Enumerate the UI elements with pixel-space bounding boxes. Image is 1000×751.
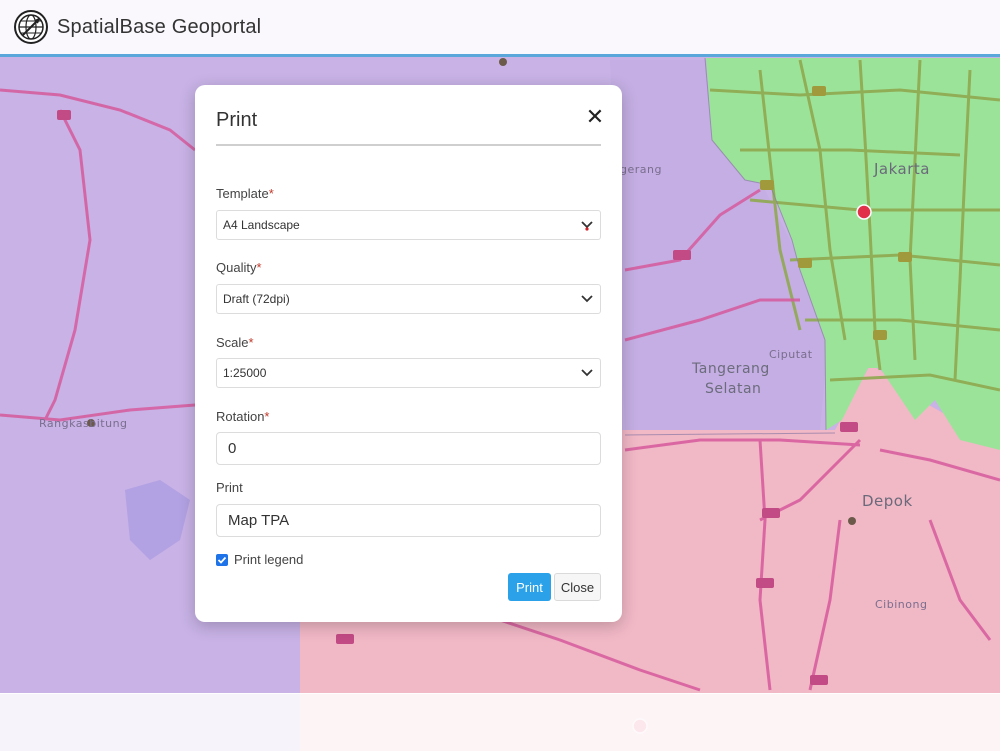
map-label-cibinong: Cibinong <box>875 598 928 611</box>
required-mark: * <box>248 335 254 350</box>
dialog-title: Print <box>216 109 258 131</box>
globe-compass-icon[interactable] <box>14 10 48 44</box>
template-value: A4 Landscape <box>223 218 300 232</box>
print-button[interactable]: Print <box>508 573 551 601</box>
map-label-tangerang-selatan-2: Selatan <box>705 381 762 397</box>
print-legend-row: Print legend <box>216 552 303 567</box>
quality-label-text: Quality <box>216 260 257 275</box>
app-header: SpatialBase Geoportal <box>0 0 1000 57</box>
print-legend-label: Print legend <box>234 552 304 567</box>
required-mark: * <box>268 186 274 201</box>
print-title-input[interactable]: Map TPA <box>216 504 601 537</box>
map-label-rangkasbitung: Rangkasbitung <box>39 417 128 430</box>
print-title-label: Print <box>216 480 243 495</box>
required-mark: * <box>264 409 270 424</box>
scale-label-text: Scale <box>216 335 249 350</box>
map-label-tangerang: gerang <box>620 163 662 176</box>
bottom-panel <box>0 693 1000 751</box>
chevron-down-icon <box>581 369 593 377</box>
close-x-icon[interactable]: ✕ <box>584 106 606 128</box>
checkmark-icon <box>217 556 227 564</box>
chevron-down-icon <box>581 221 593 231</box>
app-title: SpatialBase Geoportal <box>57 15 262 38</box>
chevron-down-icon <box>581 295 593 303</box>
print-legend-checkbox[interactable] <box>216 553 228 566</box>
dialog-divider <box>216 144 601 146</box>
quality-value: Draft (72dpi) <box>223 292 290 306</box>
template-select[interactable]: A4 Landscape <box>216 210 601 240</box>
quality-select[interactable]: Draft (72dpi) <box>216 284 601 314</box>
map-label-jakarta: Jakarta <box>874 160 930 178</box>
required-mark: * <box>256 260 262 275</box>
rotation-label: Rotation* <box>216 409 269 424</box>
scale-select[interactable]: 1:25000 <box>216 358 601 388</box>
map-label-ciputat: Ciputat <box>769 348 813 361</box>
map-label-tangerang-selatan-1: Tangerang <box>692 361 770 377</box>
print-dialog: Print ✕ Template* A4 Landscape Quality* … <box>195 85 622 622</box>
rotation-input[interactable]: 0 <box>216 432 601 465</box>
scale-value: 1:25000 <box>223 366 267 380</box>
close-button[interactable]: Close <box>554 573 601 601</box>
rotation-label-text: Rotation <box>216 409 265 424</box>
template-label-text: Template <box>216 186 269 201</box>
quality-label: Quality* <box>216 260 262 275</box>
template-label: Template* <box>216 186 274 201</box>
scale-label: Scale* <box>216 335 254 350</box>
map-label-depok: Depok <box>862 492 913 510</box>
